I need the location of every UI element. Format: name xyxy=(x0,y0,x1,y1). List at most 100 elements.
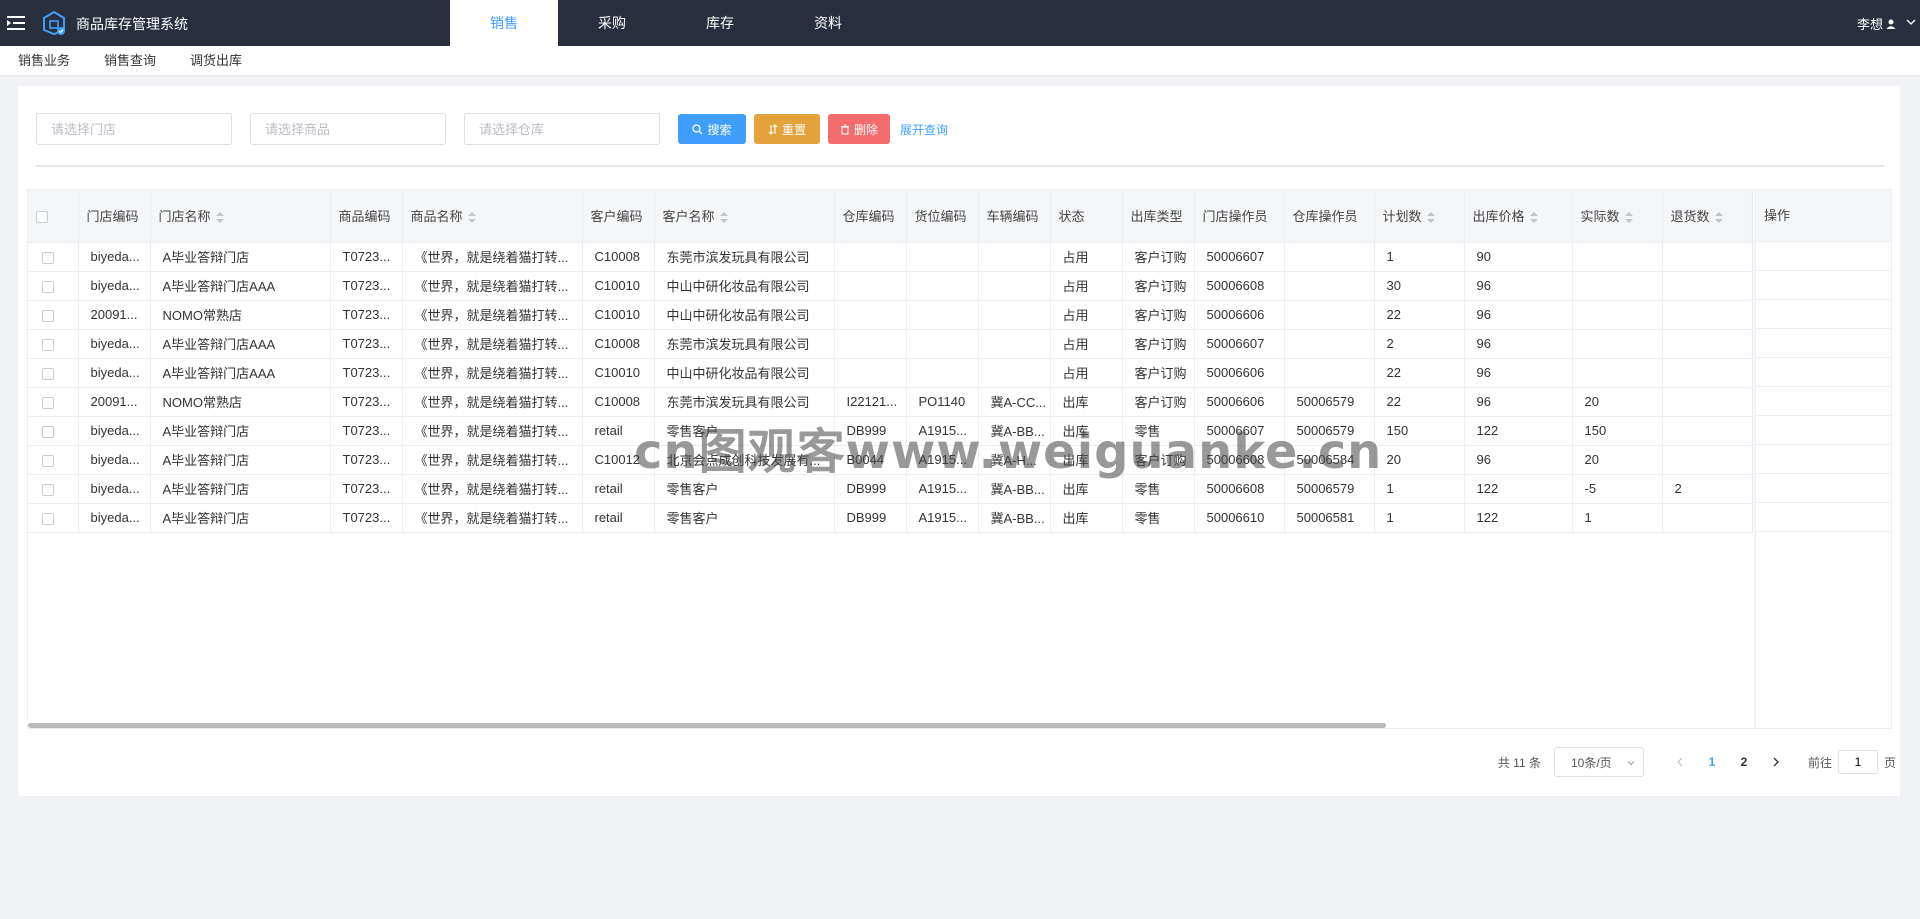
store-select[interactable] xyxy=(36,113,232,145)
row-checkbox[interactable] xyxy=(42,309,54,322)
next-page-button[interactable] xyxy=(1760,752,1792,772)
nav-item-inventory[interactable]: 库存 xyxy=(666,0,774,46)
table-row[interactable]: biyeda... A毕业答辩门店 T0723... 《世界，就是绕着猫打转... C1… xyxy=(28,242,1753,272)
table-cell: 《世界，就是绕着猫打转... xyxy=(402,329,583,359)
table-cell: 《世界，就是绕着猫打转... xyxy=(402,445,583,475)
table-cell: 出库 xyxy=(1050,445,1123,475)
table-cell: T0723... xyxy=(330,300,403,330)
table-cell: C10010 xyxy=(582,300,655,330)
column-header-sortable[interactable]: 计划数 xyxy=(1374,190,1465,243)
delete-button[interactable]: 删除 xyxy=(828,114,890,144)
sort-icon[interactable] xyxy=(467,212,476,224)
page-size-select[interactable]: 10条/页 xyxy=(1553,747,1644,777)
reset-button[interactable]: 重置 xyxy=(754,114,820,144)
column-header-sortable[interactable]: 退货数 xyxy=(1662,190,1753,243)
page-number-2[interactable]: 2 xyxy=(1728,755,1760,769)
table-row[interactable]: biyeda... A毕业答辩门店 T0723... 《世界，就是绕着猫打转... re… xyxy=(28,416,1753,446)
nav-item-sales[interactable]: 销售 xyxy=(450,0,558,46)
table-cell: 《世界，就是绕着猫打转... xyxy=(402,503,583,533)
operations-column: 操作 xyxy=(1755,190,1891,728)
table-row[interactable]: biyeda... A毕业答辩门店 T0723... 《世界，就是绕着猫打转... re… xyxy=(28,474,1753,504)
table-cell: 出库 xyxy=(1050,503,1123,533)
horizontal-scrollbar[interactable] xyxy=(28,723,1386,728)
table-cell: 零售 xyxy=(1122,503,1195,533)
table-cell: 50006579 xyxy=(1284,387,1375,417)
column-header-sortable[interactable]: 门店名称 xyxy=(150,190,331,243)
search-button[interactable]: 搜索 xyxy=(678,114,746,144)
nav-item-purchase[interactable]: 采购 xyxy=(558,0,666,46)
menu-toggle-icon[interactable] xyxy=(6,13,26,33)
row-checkbox[interactable] xyxy=(42,396,54,409)
row-checkbox[interactable] xyxy=(42,483,54,496)
user-menu[interactable]: 李想 xyxy=(1857,14,1896,33)
row-checkbox[interactable] xyxy=(42,280,54,293)
table-row[interactable]: biyeda... A毕业答辩门店AAA T0723... 《世界，就是绕着猫打转..… xyxy=(28,329,1753,359)
main-nav: 销售 采购 库存 资料 xyxy=(450,0,882,46)
sort-icon[interactable] xyxy=(1426,212,1435,224)
table-cell: 122 xyxy=(1464,416,1573,446)
row-checkbox[interactable] xyxy=(42,512,54,525)
filter-divider xyxy=(36,165,1884,167)
table-cell: 50006606 xyxy=(1194,387,1285,417)
table-row[interactable]: biyeda... A毕业答辩门店 T0723... 《世界，就是绕着猫打转... re… xyxy=(28,503,1753,533)
table-cell: 占用 xyxy=(1050,242,1123,272)
table-cell xyxy=(834,242,907,272)
subnav-item-sales-business[interactable]: 销售业务 xyxy=(0,46,87,75)
table-row[interactable]: biyeda... A毕业答辩门店 T0723... 《世界，就是绕着猫打转... C1… xyxy=(28,445,1753,475)
table-cell: -5 xyxy=(1572,474,1663,504)
nav-item-data[interactable]: 资料 xyxy=(774,0,882,46)
table-cell: I22121... xyxy=(834,387,907,417)
column-header-sortable[interactable]: 客户名称 xyxy=(654,190,835,243)
chevron-down-icon[interactable] xyxy=(1906,17,1916,27)
table-cell: 50006610 xyxy=(1194,503,1285,533)
table-cell xyxy=(1572,329,1663,359)
table-row[interactable]: biyeda... A毕业答辩门店AAA T0723... 《世界，就是绕着猫打转..… xyxy=(28,358,1753,388)
goods-select[interactable] xyxy=(250,113,446,145)
table-cell: 30 xyxy=(1374,271,1465,301)
sort-icon[interactable] xyxy=(215,212,224,224)
sort-icon[interactable] xyxy=(1624,212,1633,224)
table-row[interactable]: biyeda... A毕业答辩门店AAA T0723... 《世界，就是绕着猫打转..… xyxy=(28,271,1753,301)
table-cell: 冀A-BB... xyxy=(978,474,1051,504)
delete-button-label: 删除 xyxy=(853,122,878,137)
table-row[interactable]: 20091... NOMO常熟店 T0723... 《世界，就是绕着猫打转... C10… xyxy=(28,300,1753,330)
row-checkbox[interactable] xyxy=(42,454,54,467)
row-checkbox[interactable] xyxy=(42,338,54,351)
sort-icon[interactable] xyxy=(1714,212,1723,224)
reset-icon xyxy=(768,123,778,135)
expand-query-link[interactable]: 展开查询 xyxy=(900,121,948,138)
table-cell: A毕业答辩门店AAA xyxy=(150,329,331,359)
column-header-sortable[interactable]: 商品名称 xyxy=(402,190,583,243)
sort-icon[interactable] xyxy=(1529,212,1538,224)
table-cell: 20 xyxy=(1374,445,1465,475)
table-cell: 《世界，就是绕着猫打转... xyxy=(402,358,583,388)
table-cell: retail xyxy=(582,416,655,446)
column-header-sortable[interactable]: 实际数 xyxy=(1572,190,1663,243)
page-number-1[interactable]: 1 xyxy=(1696,755,1728,769)
row-checkbox[interactable] xyxy=(42,367,54,380)
table-cell: 96 xyxy=(1464,445,1573,475)
main-panel: 搜索 重置 删除 展开查询 xyxy=(18,86,1900,796)
prev-page-button[interactable] xyxy=(1664,752,1696,772)
chevron-right-icon xyxy=(1773,757,1779,767)
select-all-checkbox[interactable] xyxy=(36,210,48,223)
sort-icon[interactable] xyxy=(719,212,728,224)
goto-page-input[interactable] xyxy=(1837,750,1878,774)
table-cell xyxy=(834,329,907,359)
table-cell: 22 xyxy=(1374,358,1465,388)
column-header: 商品编码 xyxy=(330,190,403,243)
row-checkbox[interactable] xyxy=(42,251,54,264)
column-header-sortable[interactable]: 出库价格 xyxy=(1464,190,1573,243)
row-checkbox[interactable] xyxy=(42,425,54,438)
table-cell: A毕业答辩门店AAA xyxy=(150,271,331,301)
subnav-item-sales-query[interactable]: 销售查询 xyxy=(87,46,173,75)
column-header: 仓库编码 xyxy=(834,190,907,243)
table-cell: 1 xyxy=(1374,503,1465,533)
warehouse-select[interactable] xyxy=(464,113,660,145)
subnav-item-transfer-out[interactable]: 调货出库 xyxy=(173,46,259,75)
row-checkbox-cell xyxy=(28,358,79,388)
table-cell xyxy=(1662,300,1753,330)
table-row[interactable]: 20091... NOMO常熟店 T0723... 《世界，就是绕着猫打转... C10… xyxy=(28,387,1753,417)
table-cell: 出库 xyxy=(1050,474,1123,504)
table-cell: 东莞市滨发玩具有限公司 xyxy=(654,329,835,359)
